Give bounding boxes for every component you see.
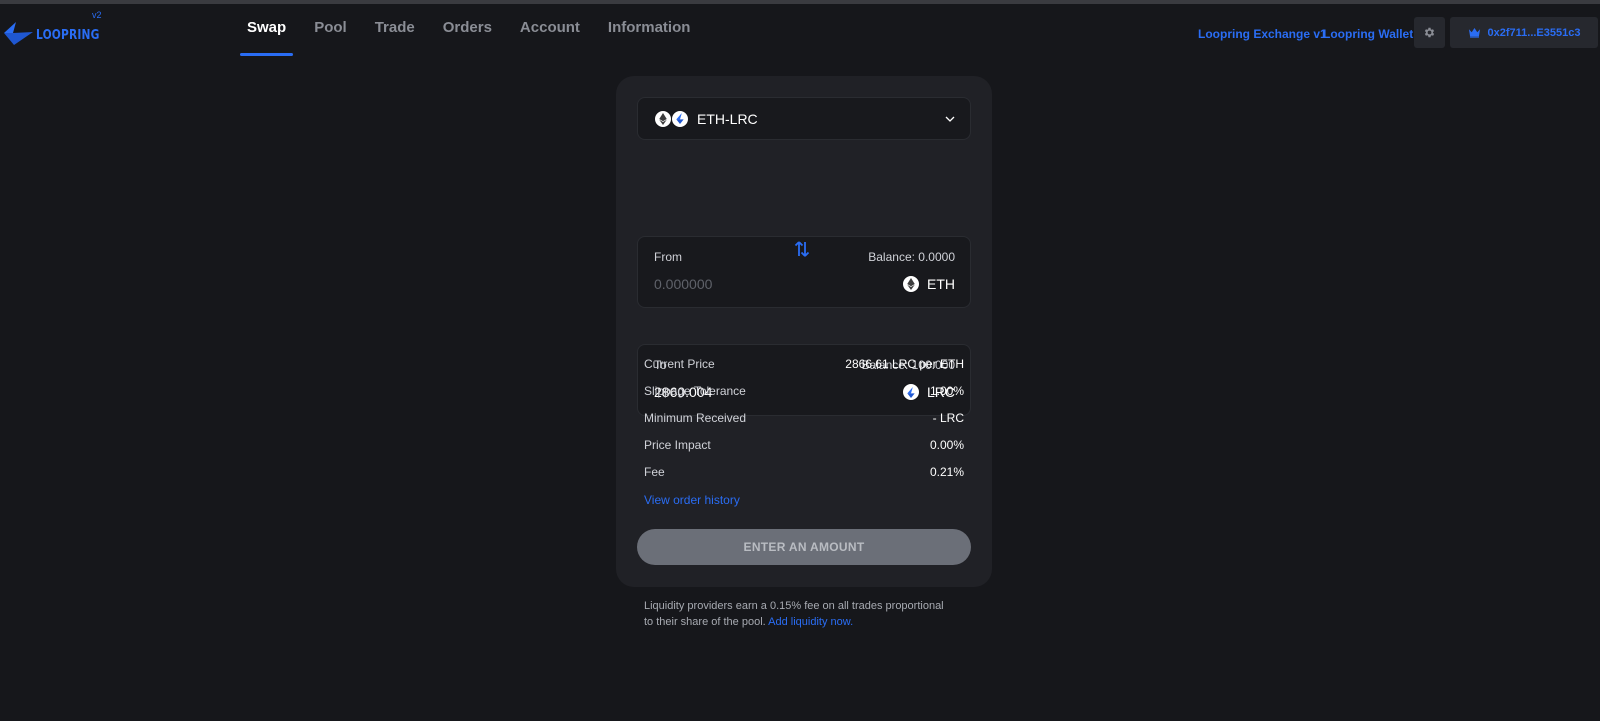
detail-row-minimum-received: Minimum Received - LRC <box>644 411 964 425</box>
detail-row-fee: Fee 0.21% <box>644 465 964 479</box>
detail-row-price-impact: Price Impact 0.00% <box>644 438 964 452</box>
exchange-v1-link[interactable]: Loopring Exchange v1 <box>1198 27 1327 41</box>
wallet-address: 0x2f711...E3551c3 <box>1487 26 1581 39</box>
detail-key: Current Price <box>644 357 715 371</box>
eth-icon <box>654 109 672 128</box>
to-amount-box: To Balance: 100.000 LRC <box>637 344 971 416</box>
settings-button[interactable] <box>1414 17 1445 48</box>
enter-amount-button[interactable]: ENTER AN AMOUNT <box>637 529 971 565</box>
pair-label: ETH-LRC <box>697 110 758 127</box>
main-nav: Swap Pool Trade Orders Account Informati… <box>240 4 711 56</box>
chevron-down-icon <box>945 116 955 122</box>
view-order-history-link[interactable]: View order history <box>644 493 740 507</box>
add-liquidity-link[interactable]: Add liquidity now. <box>768 616 853 628</box>
from-balance: Balance: 0.0000 <box>868 250 955 264</box>
pair-select[interactable]: ETH-LRC <box>637 97 971 140</box>
top-header: LOOPRING v2 Swap Pool Trade Orders Accou… <box>0 4 1600 56</box>
crown-icon <box>1468 27 1480 38</box>
nav-tab-pool[interactable]: Pool <box>307 4 354 56</box>
loopring-logo[interactable]: LOOPRING <box>2 20 113 46</box>
detail-key: Price Impact <box>644 438 711 452</box>
lrc-icon <box>671 109 689 128</box>
wallet-account-button[interactable]: 0x2f711...E3551c3 <box>1450 17 1598 48</box>
nav-tab-orders[interactable]: Orders <box>436 4 499 56</box>
nav-tab-account[interactable]: Account <box>513 4 587 56</box>
gear-icon <box>1424 27 1435 38</box>
from-amount-input[interactable] <box>654 276 854 292</box>
from-token-select[interactable]: ETH <box>902 275 955 293</box>
pair-icons <box>654 109 689 128</box>
from-label: From <box>654 250 682 264</box>
from-token-symbol: ETH <box>927 276 955 292</box>
swap-card: ETH-LRC From Balance: 0.0000 ETH To Bala… <box>616 76 992 587</box>
detail-key: Slippage Tolerance <box>644 384 746 398</box>
detail-value: 0.21% <box>929 465 964 479</box>
eth-icon <box>902 275 920 293</box>
loopring-wallet-link[interactable]: Loopring Wallet <box>1323 27 1413 41</box>
detail-value: 0.00% <box>929 438 964 452</box>
swap-direction-icon[interactable] <box>794 240 810 258</box>
liquidity-footnote: Liquidity providers earn a 0.15% fee on … <box>644 598 954 630</box>
brand-name: LOOPRING <box>36 28 100 43</box>
brand-version: v2 <box>92 10 102 20</box>
detail-row-current-price: Current Price 2866.61 LRC per ETH <box>644 357 964 371</box>
detail-row-slippage: Slippage Tolerance 1.00% <box>644 384 964 398</box>
loopring-logo-icon <box>4 22 33 45</box>
detail-value: 1.00% <box>929 384 964 398</box>
nav-tab-information[interactable]: Information <box>601 4 698 56</box>
detail-value: 2866.61 LRC per ETH <box>845 357 964 371</box>
detail-value: - LRC <box>932 411 964 425</box>
detail-key: Minimum Received <box>644 411 747 425</box>
detail-key: Fee <box>644 465 665 479</box>
nav-tab-trade[interactable]: Trade <box>368 4 422 56</box>
nav-tab-swap[interactable]: Swap <box>240 4 294 56</box>
